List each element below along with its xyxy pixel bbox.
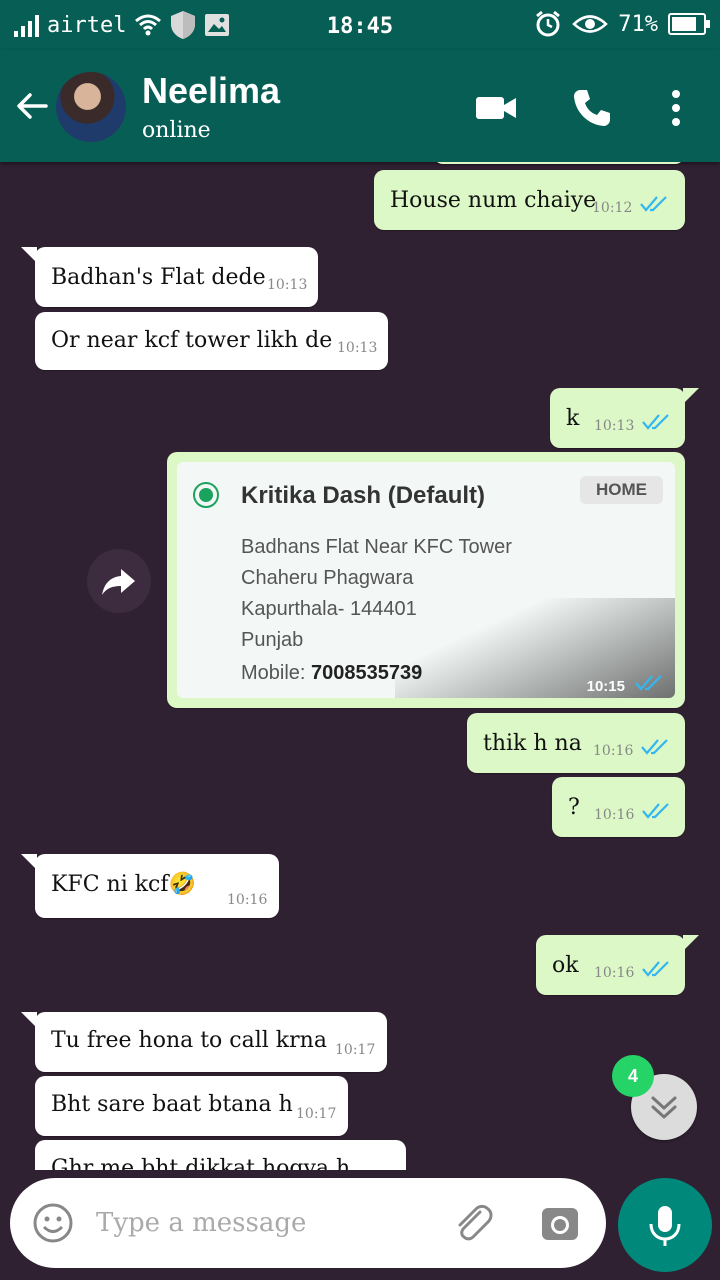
address-line: Punjab bbox=[241, 629, 304, 651]
address-line: Kapurthala- 144401 bbox=[241, 598, 417, 620]
message-text: House num chaiye bbox=[390, 188, 597, 213]
status-bar: airtel 18:45 71% bbox=[0, 0, 720, 50]
message-time: 10:13 bbox=[267, 277, 308, 293]
voice-record-button[interactable] bbox=[618, 1178, 712, 1272]
address-name: Kritika Dash (Default) bbox=[241, 482, 486, 509]
forward-icon bbox=[102, 569, 135, 595]
read-ticks-icon bbox=[640, 196, 667, 212]
read-ticks-icon bbox=[642, 414, 669, 430]
message-text: KFC ni kcf🤣 bbox=[51, 872, 196, 897]
address-line: Badhans Flat Near KFC Tower bbox=[241, 536, 512, 558]
mic-icon bbox=[649, 1206, 681, 1246]
contact-avatar[interactable] bbox=[56, 72, 126, 142]
message-time: 10:17 bbox=[296, 1106, 337, 1122]
message-text: ? bbox=[568, 795, 580, 820]
alarm-icon bbox=[536, 10, 561, 37]
message-text: ok bbox=[552, 953, 579, 978]
unread-count-badge: 4 bbox=[612, 1055, 654, 1097]
message-out[interactable]: House num chaiye 10:12 bbox=[374, 170, 685, 230]
message-text: Or near kcf tower likh de bbox=[51, 328, 333, 353]
address-tag: HOME bbox=[580, 476, 663, 504]
voice-call-icon[interactable] bbox=[570, 86, 614, 130]
message-time: 10:16 bbox=[593, 743, 634, 759]
address-line: Chaheru Phagwara bbox=[241, 567, 414, 589]
status-right: 71% bbox=[534, 10, 710, 38]
message-bubble-partial bbox=[433, 162, 685, 164]
message-in[interactable]: Tu free hona to call krna 10:17 bbox=[21, 1012, 387, 1072]
message-in[interactable]: Or near kcf tower likh de 10:13 bbox=[35, 312, 388, 370]
message-time: 10:16 bbox=[227, 892, 268, 908]
battery-percent: 71% bbox=[618, 11, 658, 37]
read-ticks-icon bbox=[642, 961, 669, 977]
read-ticks-icon bbox=[635, 675, 662, 691]
message-input-bar[interactable]: Type a message bbox=[10, 1178, 606, 1268]
battery-icon bbox=[668, 13, 710, 35]
message-time: 10:17 bbox=[335, 1042, 376, 1058]
message-time: 10:16 bbox=[594, 807, 635, 823]
video-call-icon[interactable] bbox=[474, 86, 518, 130]
message-time: 10:13 bbox=[594, 418, 635, 434]
mobile-label: Mobile: bbox=[241, 662, 306, 684]
message-in[interactable]: Bht sare baat btana h 10:17 bbox=[35, 1076, 348, 1136]
message-time: 10:16 bbox=[594, 965, 635, 981]
message-text: Tu free hona to call krna bbox=[51, 1028, 327, 1053]
message-in[interactable]: KFC ni kcf🤣 10:16 bbox=[21, 854, 279, 918]
chat-header: Neelima online bbox=[0, 50, 720, 162]
radio-selected-icon bbox=[193, 482, 219, 508]
chat-area[interactable]: House num chaiye 10:12 Badhan's Flat ded… bbox=[0, 162, 720, 1170]
message-out[interactable]: ? 10:16 bbox=[552, 777, 685, 837]
address-card-message[interactable]: Kritika Dash (Default) HOME Badhans Flat… bbox=[167, 452, 685, 708]
back-arrow-icon[interactable] bbox=[14, 88, 50, 124]
read-ticks-icon bbox=[642, 803, 669, 819]
contact-name[interactable]: Neelima bbox=[142, 70, 280, 112]
card-shadow-overlay bbox=[395, 598, 675, 698]
message-text: thik h na bbox=[483, 731, 582, 756]
more-options-icon[interactable] bbox=[656, 86, 696, 130]
message-out[interactable]: ok 10:16 bbox=[536, 935, 699, 995]
message-time: 10:13 bbox=[337, 340, 378, 356]
message-text: k bbox=[566, 406, 580, 431]
message-input[interactable]: Type a message bbox=[96, 1208, 306, 1238]
eye-icon bbox=[572, 15, 609, 33]
message-text: Bht sare baat btana h bbox=[51, 1092, 293, 1117]
camera-icon[interactable] bbox=[540, 1204, 580, 1244]
message-out[interactable]: k 10:13 bbox=[550, 388, 699, 448]
contact-status: online bbox=[142, 118, 211, 143]
message-time: 10:12 bbox=[592, 200, 633, 216]
message-text: Badhan's Flat dede bbox=[51, 265, 266, 290]
message-in[interactable]: Badhan's Flat dede 10:13 bbox=[21, 247, 318, 307]
message-in[interactable]: Ghr me bht dikkat hogya h bbox=[35, 1140, 406, 1170]
read-ticks-icon bbox=[641, 739, 668, 755]
address-card[interactable]: Kritika Dash (Default) HOME Badhans Flat… bbox=[177, 462, 675, 698]
attachment-icon[interactable] bbox=[450, 1200, 496, 1246]
emoji-icon[interactable] bbox=[32, 1202, 74, 1244]
message-time: 10:15 bbox=[586, 678, 625, 695]
message-text: Ghr me bht dikkat hogya h bbox=[51, 1156, 351, 1170]
message-out[interactable]: thik h na 10:16 bbox=[467, 713, 685, 773]
forward-button[interactable] bbox=[87, 549, 151, 613]
